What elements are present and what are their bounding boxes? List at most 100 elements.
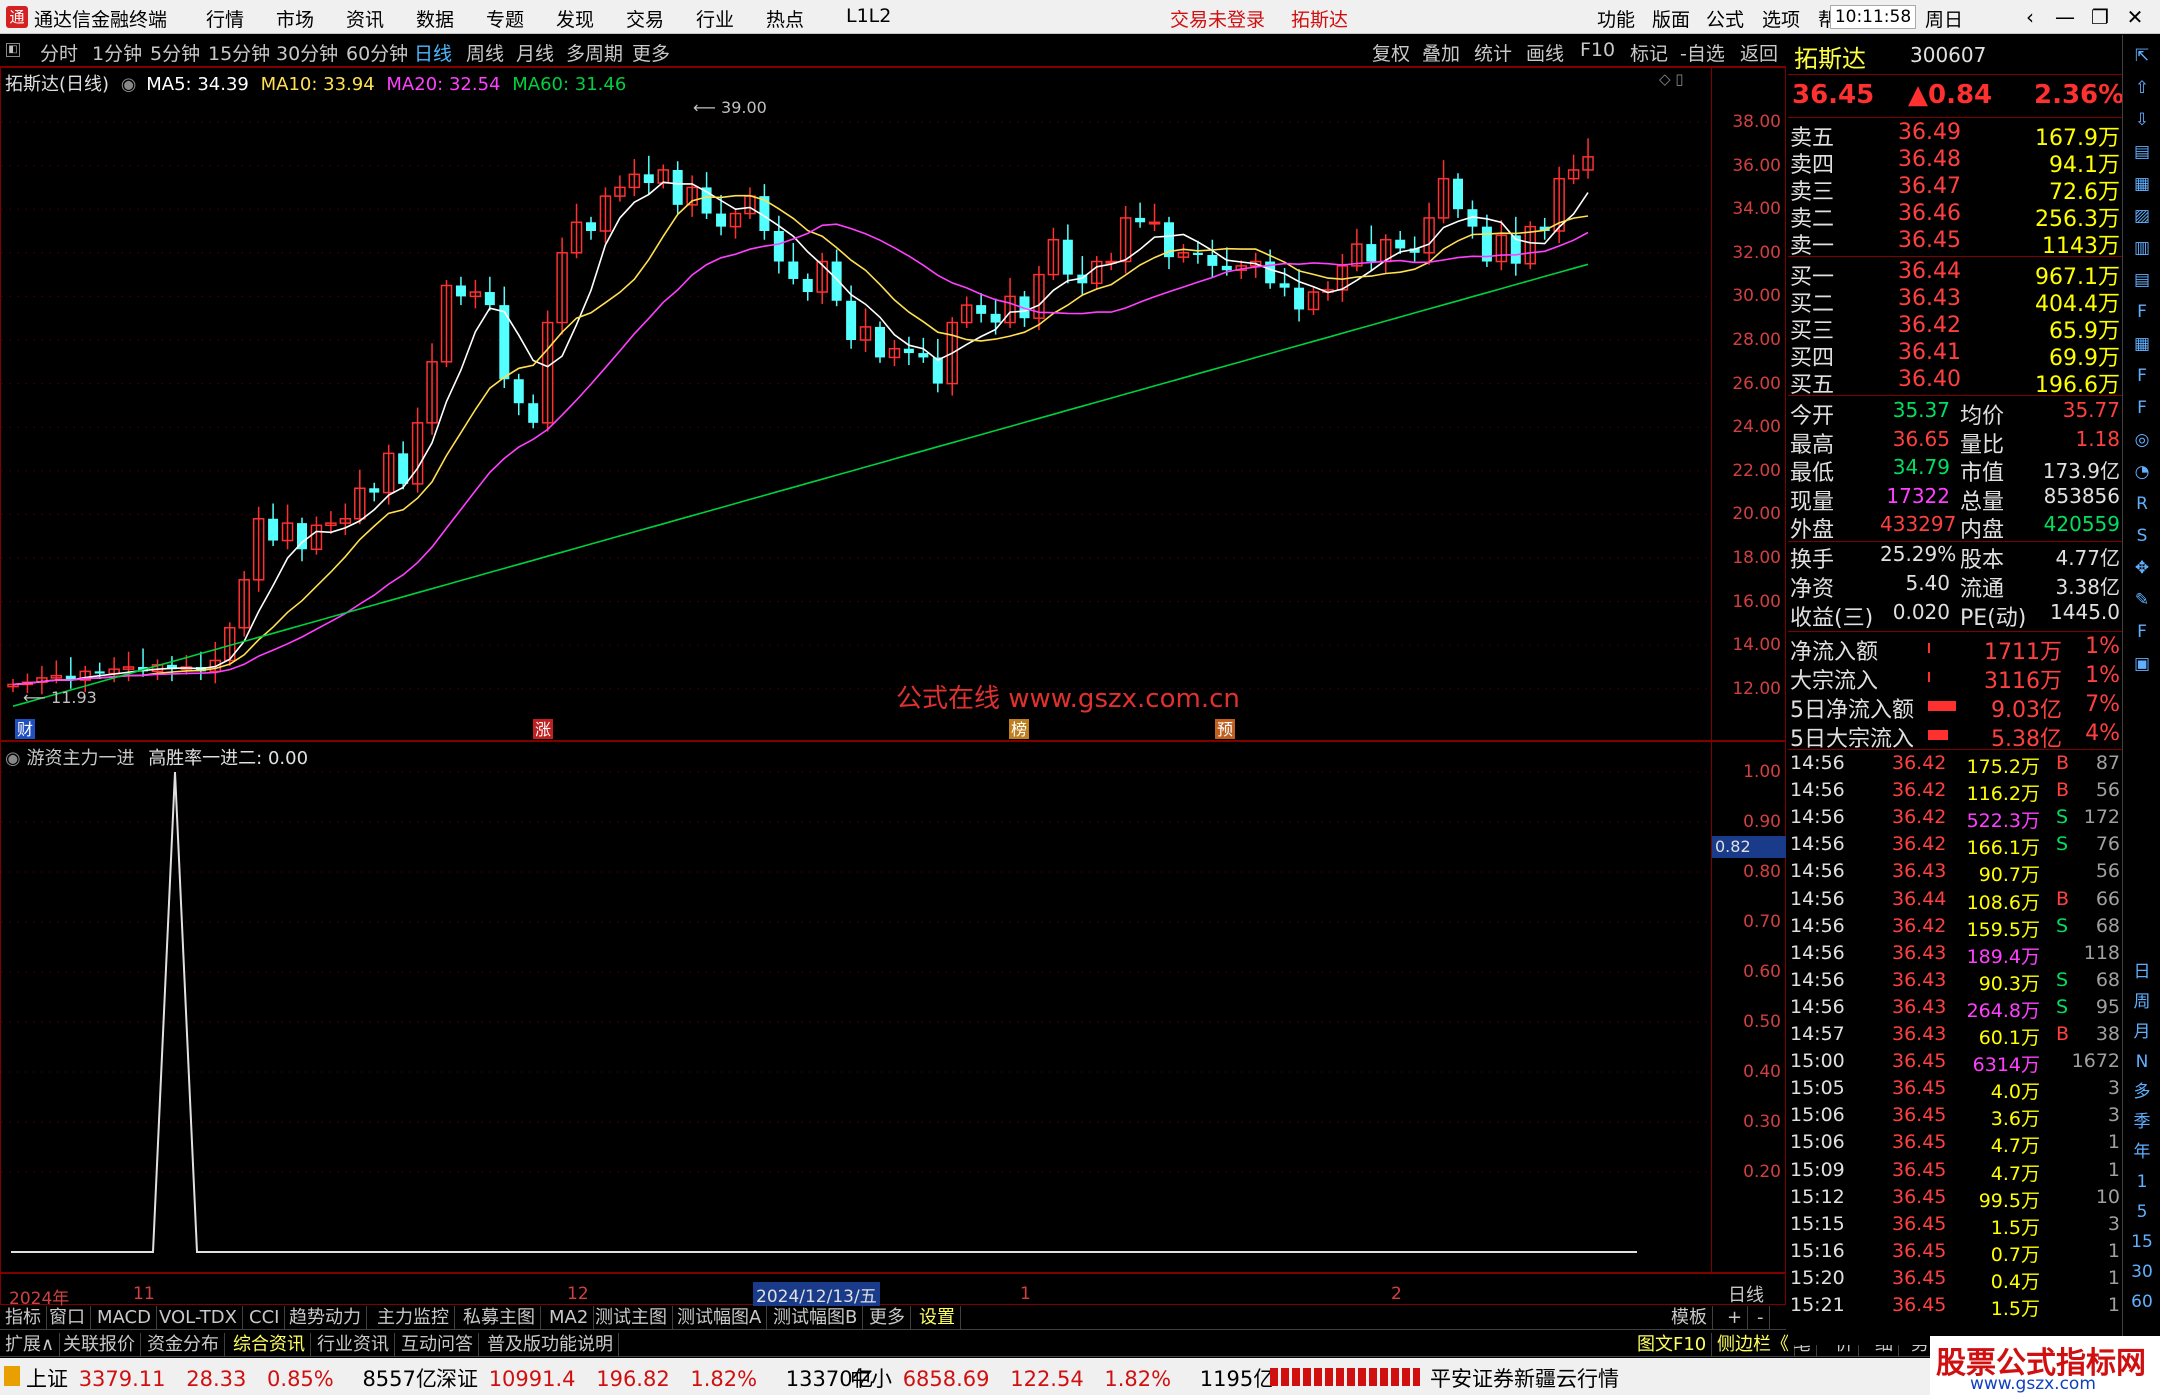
tick-row[interactable]: 14:56 36.43 189.4万 118 — [1788, 942, 2122, 969]
side-f2-icon[interactable]: F — [2127, 393, 2157, 423]
menu-right-0[interactable]: 功能 — [1597, 5, 1635, 32]
side-period-2[interactable]: 月 — [2127, 1017, 2157, 1047]
side-sign-icon[interactable]: S — [2127, 521, 2157, 551]
period-tab-8[interactable]: 月线 — [516, 39, 554, 66]
template-control-1[interactable]: + — [1722, 1306, 1749, 1330]
tick-row[interactable]: 15:09 36.45 4.7万 1 — [1788, 1159, 2122, 1186]
ask-row[interactable]: 卖五 36.49 167.9万 — [1788, 120, 2122, 151]
toolbar-action-2[interactable]: 统计 — [1474, 39, 1512, 66]
tick-row[interactable]: 15:20 36.45 0.4万 1 — [1788, 1267, 2122, 1294]
back-icon[interactable]: ‹ — [2015, 3, 2045, 31]
tick-row[interactable]: 14:56 36.42 166.1万 S 76 — [1788, 833, 2122, 860]
menu-5[interactable]: 发现 — [556, 5, 594, 32]
kline-chart[interactable]: ⟵ 39.00 ⟵ 11.93 财 涨 榜 预 — [1, 68, 1711, 740]
side-period-10[interactable]: 30 — [2127, 1257, 2157, 1287]
side-period-4[interactable]: 多 — [2127, 1077, 2157, 1107]
info-tab-right-1[interactable]: 侧边栏《 — [1712, 1333, 1795, 1357]
info-tab-1[interactable]: 关联报价 — [58, 1333, 141, 1357]
ask-row[interactable]: 卖四 36.48 94.1万 — [1788, 147, 2122, 178]
indicator-tab-9[interactable]: 测试主图 — [590, 1306, 673, 1330]
side-book-icon[interactable]: ▣ — [2127, 649, 2157, 679]
tick-row[interactable]: 15:12 36.45 99.5万 10 — [1788, 1186, 2122, 1213]
bid-row[interactable]: 买一 36.44 967.1万 — [1788, 259, 2122, 290]
tick-row[interactable]: 15:15 36.45 1.5万 3 — [1788, 1213, 2122, 1240]
minimize-icon[interactable]: — — [2050, 3, 2080, 31]
side-period-7[interactable]: 1 — [2127, 1167, 2157, 1197]
indicator-tab-4[interactable]: CCI — [244, 1306, 286, 1330]
toolbar-action-6[interactable]: -自选 — [1680, 39, 1725, 66]
oscillator-panel[interactable]: ◉ 游资主力一进 高胜率一进二: 0.00 1.00 0.90 0.80 0.70 0.… — [0, 741, 1786, 1273]
index-sz[interactable]: 深证 10991.4 196.82 1.82% 13370亿 — [436, 1363, 874, 1393]
menu-1[interactable]: 市场 — [276, 5, 314, 32]
tick-row[interactable]: 14:56 36.42 522.3万 S 172 — [1788, 806, 2122, 833]
side-down-icon[interactable]: ⇩ — [2127, 105, 2157, 135]
side-period-3[interactable]: N — [2127, 1047, 2157, 1077]
tick-row[interactable]: 14:56 36.43 90.7万 56 — [1788, 860, 2122, 887]
template-control-0[interactable]: 模板 — [1666, 1306, 1713, 1330]
indicator-tab-1[interactable]: 窗口 — [44, 1306, 91, 1330]
tick-row[interactable]: 14:56 36.42 175.2万 B 87 — [1788, 752, 2122, 779]
toolbar-action-7[interactable]: 返回 — [1740, 39, 1778, 66]
side-rsi-icon[interactable]: R — [2127, 489, 2157, 519]
template-control-2[interactable]: - — [1752, 1306, 1770, 1330]
menu-right-1[interactable]: 版面 — [1652, 5, 1690, 32]
ask-row[interactable]: 卖二 36.46 256.3万 — [1788, 201, 2122, 232]
menu-3[interactable]: 数据 — [416, 5, 454, 32]
side-grid-icon[interactable]: ▦ — [2127, 169, 2157, 199]
menu-right-2[interactable]: 公式 — [1706, 5, 1744, 32]
menu-right-3[interactable]: 选项 — [1762, 5, 1800, 32]
tick-row[interactable]: 15:00 36.45 6314万 1672 — [1788, 1050, 2122, 1077]
side-period-11[interactable]: 60 — [2127, 1287, 2157, 1317]
indicator-tab-10[interactable]: 测试幅图A — [672, 1306, 768, 1330]
side-f10-icon[interactable]: F — [2127, 297, 2157, 327]
tick-row[interactable]: 15:06 36.45 4.7万 1 — [1788, 1131, 2122, 1158]
menu-0[interactable]: 行情 — [206, 5, 244, 32]
side-fs-icon[interactable]: F — [2127, 617, 2157, 647]
close-icon[interactable]: ✕ — [2120, 3, 2150, 31]
kline-panel[interactable]: 拓斯达(日线) ◉ MA5: 34.39 MA10: 33.94 MA20: 3… — [0, 67, 1786, 741]
bid-row[interactable]: 买二 36.43 404.4万 — [1788, 286, 2122, 317]
tick-row[interactable]: 14:56 36.43 90.3万 S 68 — [1788, 969, 2122, 996]
period-tab-5[interactable]: 60分钟 — [346, 39, 408, 66]
menu-9[interactable]: L1L2 — [846, 5, 891, 27]
period-tab-0[interactable]: 分时 — [40, 39, 78, 66]
stock-link[interactable]: 拓斯达 — [1291, 5, 1348, 32]
menu-7[interactable]: 行业 — [696, 5, 734, 32]
side-period-6[interactable]: 年 — [2127, 1137, 2157, 1167]
info-tab-2[interactable]: 资金分布 — [142, 1333, 225, 1357]
info-tab-right-0[interactable]: 图文F10 — [1632, 1333, 1713, 1357]
period-tab-2[interactable]: 5分钟 — [150, 39, 200, 66]
toolbar-action-5[interactable]: 标记 — [1630, 39, 1668, 66]
period-tab-4[interactable]: 30分钟 — [276, 39, 338, 66]
side-move-icon[interactable]: ✥ — [2127, 553, 2157, 583]
indicator-tab-0[interactable]: 指标 — [0, 1306, 47, 1330]
side-f-icon[interactable]: F — [2127, 361, 2157, 391]
tick-row[interactable]: 15:06 36.45 3.6万 3 — [1788, 1104, 2122, 1131]
period-tab-6[interactable]: 日线 — [414, 39, 452, 66]
side-circle-icon[interactable]: ◎ — [2127, 425, 2157, 455]
server-label[interactable]: 平安证券新疆云行情 — [1430, 1363, 1619, 1393]
period-tab-9[interactable]: 多周期 — [566, 39, 623, 66]
tick-row[interactable]: 14:56 36.44 108.6万 B 66 — [1788, 888, 2122, 915]
toolbar-action-1[interactable]: 叠加 — [1422, 39, 1460, 66]
period-tab-10[interactable]: 更多 — [632, 39, 670, 66]
indicator-tab-11[interactable]: 测试幅图B — [768, 1306, 864, 1330]
side-period-9[interactable]: 15 — [2127, 1227, 2157, 1257]
side-bell-icon[interactable]: ◔ — [2127, 457, 2157, 487]
indicator-tab-13[interactable]: 设置 — [914, 1306, 961, 1330]
side-bars-icon[interactable]: ▥ — [2127, 233, 2157, 263]
restore-icon[interactable]: ❐ — [2085, 3, 2115, 31]
menu-4[interactable]: 专题 — [486, 5, 524, 32]
collapse-icon[interactable]: ◧ — [6, 43, 20, 57]
indicator-tab-12[interactable]: 更多 — [864, 1306, 911, 1330]
info-tab-4[interactable]: 行业资讯 — [312, 1333, 395, 1357]
side-period-1[interactable]: 周 — [2127, 987, 2157, 1017]
side-chart-icon[interactable]: ▨ — [2127, 201, 2157, 231]
ask-row[interactable]: 卖三 36.47 72.6万 — [1788, 174, 2122, 205]
info-tab-6[interactable]: 普及版功能说明 — [482, 1333, 619, 1357]
info-tab-5[interactable]: 互动问答 — [396, 1333, 479, 1357]
indicator-tab-2[interactable]: MACD — [92, 1306, 157, 1330]
side-table-icon[interactable]: ▦ — [2127, 329, 2157, 359]
side-list-icon[interactable]: ▤ — [2127, 265, 2157, 295]
bid-row[interactable]: 买三 36.42 65.9万 — [1788, 313, 2122, 344]
